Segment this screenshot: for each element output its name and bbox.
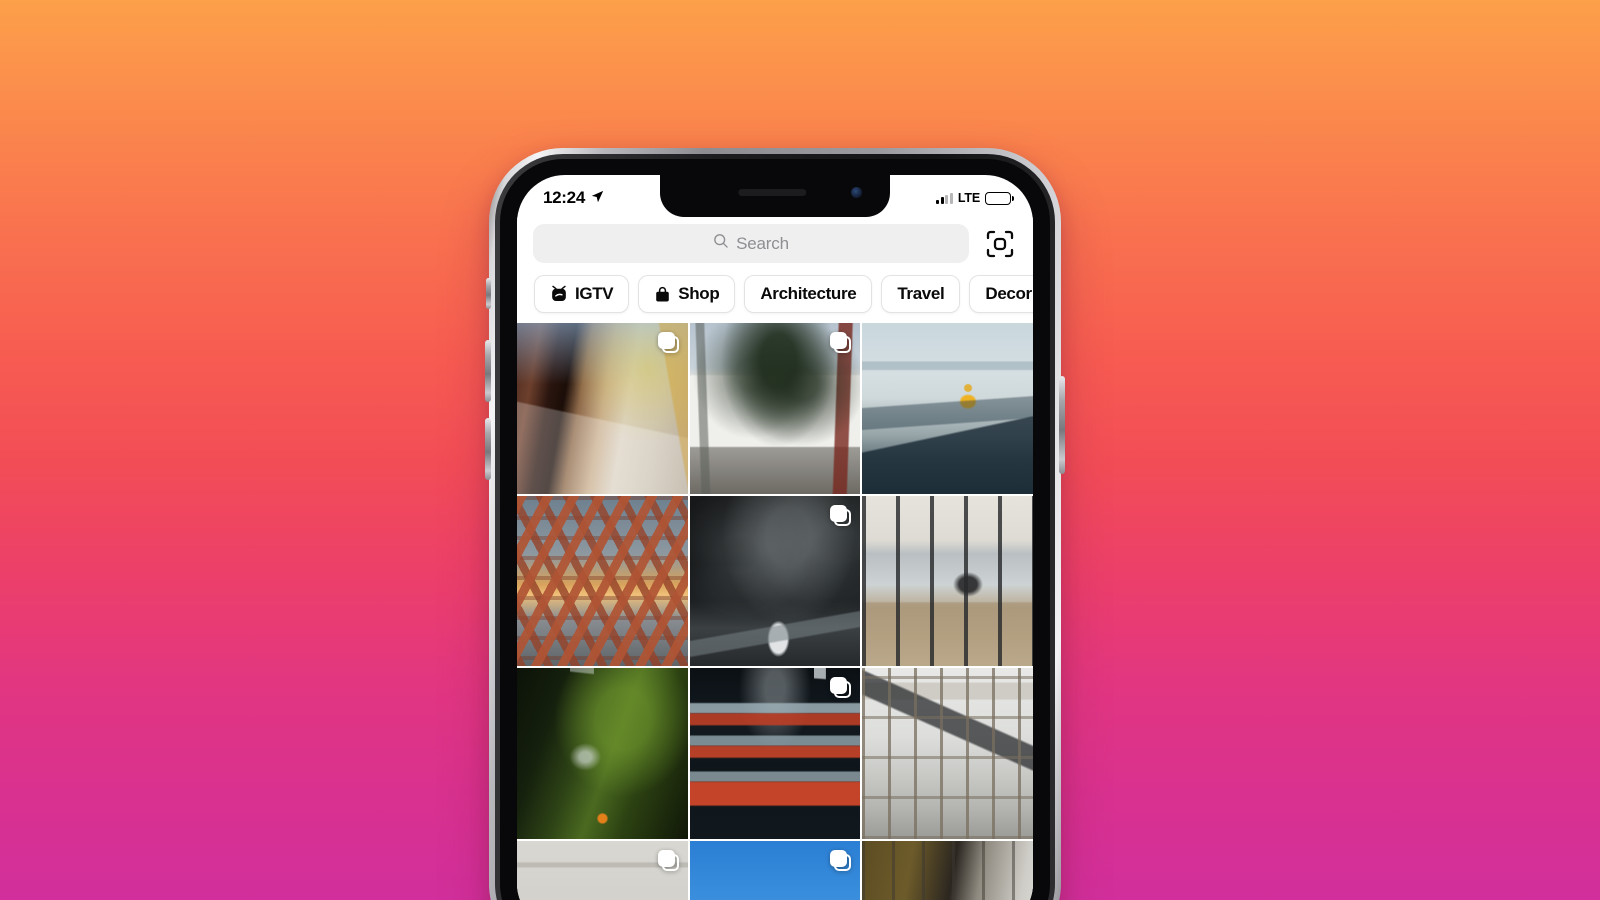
phone-screen: 12:24 LTE Search IGTV Shop Architecture … bbox=[517, 175, 1033, 900]
front-camera-icon bbox=[851, 187, 862, 198]
power-button[interactable] bbox=[1059, 376, 1065, 474]
carousel-stack-icon bbox=[830, 504, 852, 526]
grid-tile[interactable] bbox=[862, 841, 1033, 900]
chip-shop[interactable]: Shop bbox=[638, 275, 736, 313]
chip-architecture[interactable]: Architecture bbox=[744, 275, 873, 313]
iphone-device: 12:24 LTE Search IGTV Shop Architecture … bbox=[485, 148, 1065, 900]
explore-photo-grid[interactable] bbox=[517, 323, 1033, 900]
grid-tile-image bbox=[517, 495, 688, 667]
carousel-stack-icon bbox=[830, 332, 852, 353]
grid-tile-image bbox=[862, 323, 1033, 494]
chip-travel[interactable]: Travel bbox=[881, 275, 961, 313]
grid-tile-image bbox=[862, 668, 1033, 840]
mute-switch[interactable] bbox=[486, 278, 491, 309]
nametag-scan-icon[interactable] bbox=[983, 227, 1017, 261]
shopping-bag-icon bbox=[654, 286, 671, 303]
chip-decor[interactable]: Decor bbox=[969, 275, 1033, 313]
carousel-stack-icon bbox=[657, 850, 679, 872]
grid-tile[interactable] bbox=[517, 668, 688, 840]
chip-architecture-label: Architecture bbox=[760, 284, 857, 303]
chip-shop-label: Shop bbox=[678, 284, 720, 303]
status-bar-left: 12:24 bbox=[543, 188, 604, 208]
volume-up-button[interactable] bbox=[485, 340, 491, 402]
grid-tile[interactable] bbox=[689, 841, 861, 900]
battery-icon bbox=[985, 191, 1014, 205]
chip-travel-label: Travel bbox=[897, 284, 945, 303]
wallpaper-background: 12:24 LTE Search IGTV Shop Architecture … bbox=[0, 0, 1600, 900]
carousel-stack-icon bbox=[830, 677, 852, 699]
carousel-stack-icon bbox=[657, 332, 679, 353]
grid-tile[interactable] bbox=[689, 495, 861, 667]
grid-tile[interactable] bbox=[517, 495, 688, 667]
grid-tile[interactable] bbox=[689, 323, 861, 494]
grid-tile[interactable] bbox=[862, 668, 1033, 840]
display-notch bbox=[660, 175, 890, 217]
search-row: Search bbox=[517, 217, 1033, 272]
chip-igtv-label: IGTV bbox=[575, 284, 614, 303]
cellular-signal-icon bbox=[936, 192, 953, 204]
search-placeholder: Search bbox=[736, 233, 789, 253]
chip-decor-label: Decor bbox=[985, 284, 1032, 303]
network-type-label: LTE bbox=[957, 191, 980, 205]
search-icon bbox=[713, 233, 729, 254]
grid-tile-image bbox=[862, 495, 1033, 667]
search-input[interactable]: Search bbox=[533, 224, 969, 263]
chip-igtv[interactable]: IGTV bbox=[534, 275, 630, 313]
volume-down-button[interactable] bbox=[485, 418, 491, 480]
grid-tile-image bbox=[862, 841, 1033, 900]
earpiece-speaker-icon bbox=[738, 189, 807, 196]
location-arrow-icon bbox=[591, 188, 604, 208]
category-chips-row[interactable]: IGTV Shop Architecture Travel Decor bbox=[517, 272, 1033, 323]
grid-tile[interactable] bbox=[862, 495, 1033, 667]
status-bar-right: LTE bbox=[936, 191, 1014, 205]
carousel-stack-icon bbox=[830, 850, 852, 872]
grid-tile-image bbox=[517, 668, 688, 840]
grid-tile[interactable] bbox=[517, 323, 688, 494]
grid-tile[interactable] bbox=[689, 668, 861, 840]
grid-tile[interactable] bbox=[862, 323, 1033, 494]
igtv-icon bbox=[550, 285, 568, 303]
status-time: 12:24 bbox=[543, 188, 585, 207]
grid-tile[interactable] bbox=[517, 841, 688, 900]
